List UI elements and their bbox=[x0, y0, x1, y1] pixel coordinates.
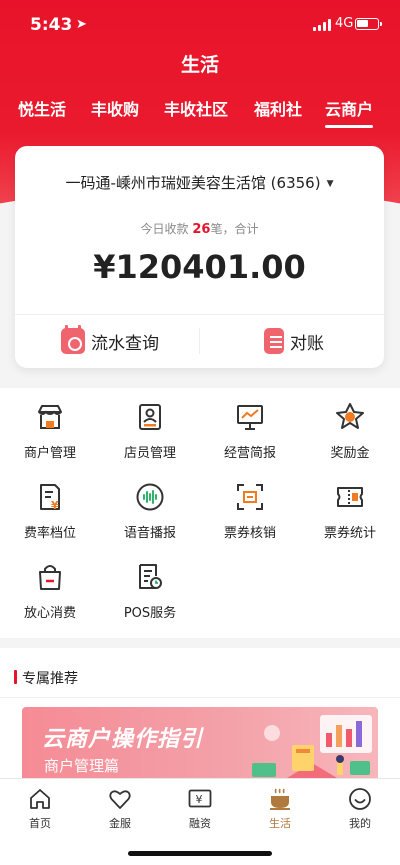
tab-fengshou-gou[interactable]: 丰收购 bbox=[91, 96, 139, 120]
heart-icon bbox=[109, 790, 131, 809]
recommend-title: 专属推荐 bbox=[14, 668, 78, 688]
home-icon bbox=[30, 789, 50, 809]
caret-down-icon: ▼ bbox=[326, 178, 334, 189]
service-label: 票券核销 bbox=[223, 526, 276, 541]
presentation-chart-icon bbox=[237, 405, 263, 430]
tabbar-label: 首页 bbox=[29, 817, 51, 830]
service-fee-rate[interactable]: ¥ 费率档位 bbox=[0, 468, 100, 541]
reconcile-label: 对账 bbox=[290, 333, 324, 354]
transaction-query-label: 流水查询 bbox=[91, 333, 159, 354]
banner-subtitle: 商户管理篇 bbox=[44, 757, 120, 775]
document-icon bbox=[264, 328, 284, 354]
service-label: 费率档位 bbox=[23, 526, 76, 541]
today-suffix: 笔，合计 bbox=[210, 222, 259, 236]
merchant-selector[interactable]: 一码通-嵊州市瑞娅美容生活馆 (6356) ▼ bbox=[15, 172, 384, 193]
home-indicator[interactable] bbox=[128, 851, 272, 856]
signal-icon bbox=[313, 19, 331, 31]
total-amount: ¥120401.00 bbox=[93, 248, 306, 286]
svg-text:¥: ¥ bbox=[196, 793, 203, 806]
service-label: 票券统计 bbox=[323, 526, 376, 541]
tabbar-label: 我的 bbox=[349, 817, 371, 830]
yuan-box-icon: ¥ bbox=[188, 789, 212, 808]
service-label: 放心消费 bbox=[23, 606, 76, 621]
reconcile-button[interactable]: 对账 bbox=[264, 326, 324, 356]
reward-star-icon bbox=[336, 403, 364, 429]
actions-divider bbox=[199, 328, 200, 354]
banner-title: 云商户操作指引 bbox=[42, 727, 204, 752]
store-icon bbox=[38, 405, 62, 429]
rate-document-icon: ¥ bbox=[40, 484, 60, 512]
smile-face-icon bbox=[349, 788, 371, 810]
today-prefix: 今日收款 bbox=[140, 222, 189, 236]
calendar-icon bbox=[61, 325, 85, 354]
card-divider bbox=[15, 314, 384, 315]
service-label: 商户管理 bbox=[23, 446, 76, 461]
service-label: 语音播报 bbox=[123, 526, 176, 541]
tab-fulishe[interactable]: 福利社 bbox=[254, 96, 302, 120]
service-staff-management[interactable]: 店员管理 bbox=[100, 388, 200, 461]
service-pos[interactable]: POS服务 bbox=[100, 548, 200, 621]
merchant-name: 一码通-嵊州市瑞娅美容生活馆 (6356) bbox=[65, 174, 321, 192]
ticket-icon bbox=[337, 487, 363, 507]
transaction-query-button[interactable]: 流水查询 bbox=[61, 325, 159, 356]
network-label: 4G bbox=[335, 16, 354, 31]
merchant-summary-card: 一码通-嵊州市瑞娅美容生活馆 (6356) ▼ 今日收款 26笔，合计 ¥1204… bbox=[15, 146, 384, 368]
service-safe-consumption[interactable]: 放心消费 bbox=[0, 548, 100, 621]
status-bar: 5:43 ➤ 4G bbox=[0, 0, 400, 48]
service-business-report[interactable]: 经营简报 bbox=[200, 388, 300, 461]
tabbar-label: 融资 bbox=[189, 817, 211, 830]
battery-icon bbox=[355, 18, 382, 30]
page-title: 生活 bbox=[180, 54, 219, 76]
tab-fengshou-shequ[interactable]: 丰收社区 bbox=[164, 96, 228, 120]
service-voice-broadcast[interactable]: 语音播报 bbox=[100, 468, 200, 541]
service-grid: 商户管理 店员管理 经营简报 奖励金 ¥ 费率档位 语音播报 票券核销 票券统计… bbox=[0, 388, 400, 638]
recommend-section: 专属推荐 云商户操作指引 商户管理篇 bbox=[0, 648, 400, 788]
service-label: 店员管理 bbox=[123, 446, 176, 461]
today-summary: 今日收款 26笔，合计 bbox=[15, 220, 384, 237]
service-reward[interactable]: 奖励金 bbox=[300, 388, 400, 461]
service-ticket-stats[interactable]: 票券统计 bbox=[300, 468, 400, 541]
banner-illustration bbox=[252, 715, 372, 781]
tab-yun-shanghu[interactable]: 云商户 bbox=[325, 96, 374, 128]
service-label: 经营简报 bbox=[223, 446, 276, 461]
svg-text:¥: ¥ bbox=[51, 499, 59, 512]
tabbar-label: 生活 bbox=[269, 817, 291, 830]
top-tabs: 悦生活 丰收购 丰收社区 福利社 云商户 bbox=[0, 96, 400, 132]
service-label: 奖励金 bbox=[330, 446, 370, 461]
pos-document-icon bbox=[139, 564, 162, 589]
guide-banner[interactable]: 云商户操作指引 商户管理篇 bbox=[22, 707, 378, 787]
service-merchant-management[interactable]: 商户管理 bbox=[0, 388, 100, 461]
location-arrow-icon: ➤ bbox=[76, 17, 87, 32]
service-ticket-verify[interactable]: 票券核销 bbox=[200, 468, 300, 541]
shopping-bag-icon bbox=[39, 565, 61, 590]
ticket-scan-icon bbox=[237, 484, 263, 510]
staff-badge-icon bbox=[139, 404, 161, 430]
tab-yue-shenghuo[interactable]: 悦生活 bbox=[18, 96, 66, 120]
section-divider bbox=[0, 697, 400, 698]
service-label: POS服务 bbox=[123, 606, 177, 621]
coffee-cup-icon bbox=[270, 788, 290, 810]
today-count: 26 bbox=[192, 222, 211, 237]
status-time: 5:43 bbox=[30, 15, 73, 35]
tabbar-label: 金服 bbox=[109, 817, 131, 830]
voice-wave-icon bbox=[136, 483, 164, 511]
